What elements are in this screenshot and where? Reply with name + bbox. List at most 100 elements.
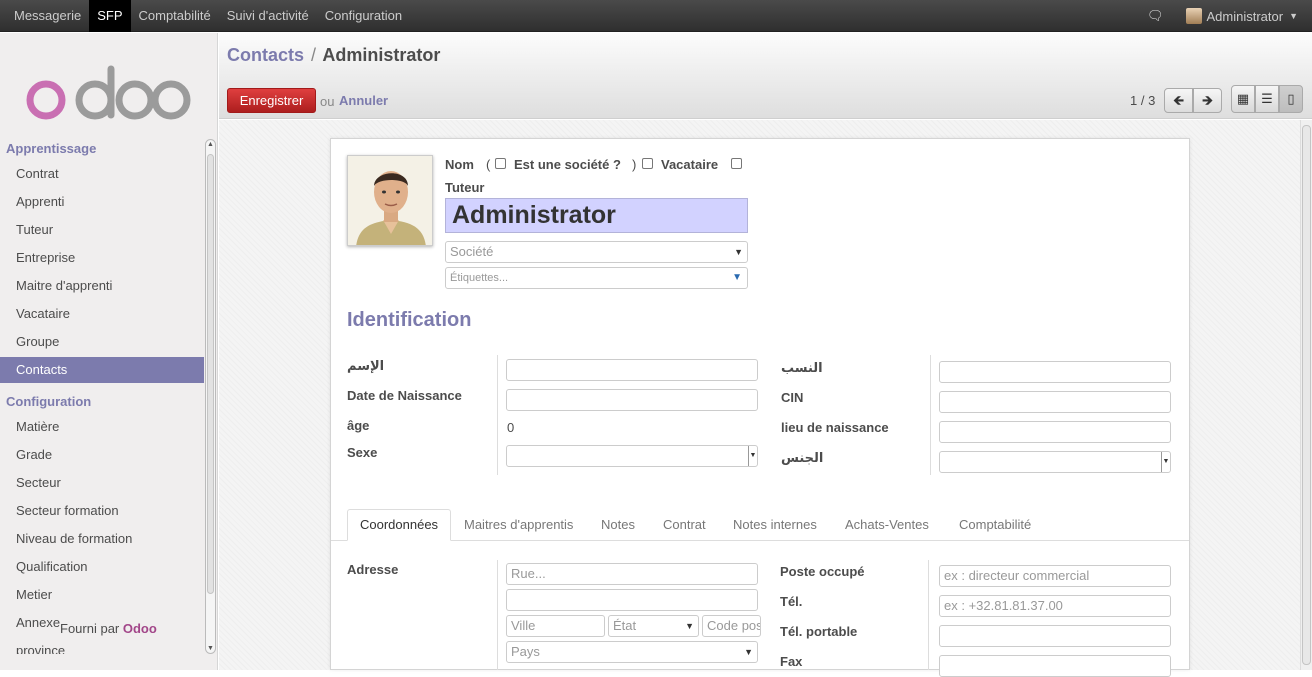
sidebar-item-niveau-formation[interactable]: Niveau de formation [0,526,204,552]
country-select[interactable]: Pays ▼ [506,641,758,663]
state-select[interactable]: État ▼ [608,615,699,637]
sexe-select[interactable]: ▼ [506,445,758,467]
sidebar-item-groupe[interactable]: Groupe [0,329,204,355]
fax-label: Fax [780,654,803,669]
sidebar-item-secteur[interactable]: Secteur [0,470,204,496]
tab-achats-ventes[interactable]: Achats-Ventes [845,517,929,532]
main-scrollbar[interactable] [1300,120,1312,670]
mobile-input[interactable] [939,625,1171,647]
is-company-label: Est une société ? [514,157,621,172]
sidebar-item-grade[interactable]: Grade [0,442,204,468]
tab-coordonnees[interactable]: Coordonnées [347,509,452,541]
main-scroll-thumb[interactable] [1302,125,1311,665]
divider-contact [928,560,929,670]
sidebar-item-vacataire[interactable]: Vacataire [0,301,204,327]
pager-next-button[interactable]: 🡺 [1193,88,1222,113]
function-input[interactable]: ex : directeur commercial [939,565,1171,587]
country-placeholder: Pays [511,644,540,659]
scroll-up-icon[interactable]: ▲ [207,141,214,148]
street2-input[interactable] [506,589,758,611]
nasab-input[interactable] [939,361,1171,383]
jins-select[interactable]: ▼ [939,451,1171,473]
user-menu[interactable]: Administrator [1207,9,1284,24]
divider-left [497,355,498,475]
sidebar-item-apprenti[interactable]: Apprenti [0,189,204,215]
divider-right [930,355,931,475]
city-placeholder: Ville [511,618,536,633]
cin-input[interactable] [939,391,1171,413]
caret-down-icon[interactable]: ▼ [1289,11,1298,21]
breadcrumb-contacts[interactable]: Contacts [227,45,304,65]
sidebar-item-matiere[interactable]: Matière [0,414,204,440]
sidebar-item-metier[interactable]: Metier [0,582,204,608]
contact-photo[interactable] [347,155,433,246]
street-input[interactable]: Rue... [506,563,758,585]
zip-input[interactable]: Code pos [702,615,761,637]
lieu-naissance-input[interactable] [939,421,1171,443]
section-configuration: Configuration [6,394,92,409]
vacataire-checkbox[interactable] [642,158,653,169]
sidebar-scroll-thumb[interactable] [207,154,214,594]
sidebar-item-province[interactable]: province [0,638,204,654]
sidebar-item-entreprise[interactable]: Entreprise [0,245,204,271]
phone-input[interactable]: ex : +32.81.81.37.00 [939,595,1171,617]
top-menu-sfp[interactable]: SFP [89,0,131,32]
state-placeholder: État [613,618,637,633]
sidebar-item-tuteur[interactable]: Tuteur [0,217,204,243]
tabs-baseline [331,540,1189,541]
list-icon: ☰ [1261,91,1273,106]
scroll-down-icon[interactable]: ▼ [207,645,214,652]
arrow-right-icon: 🡺 [1201,92,1214,108]
odoo-link[interactable]: Odoo [123,621,157,636]
sidebar-item-secteur-formation[interactable]: Secteur formation [0,498,204,524]
tab-contrat[interactable]: Contrat [663,517,706,532]
sidebar-scrollbar[interactable]: ▲ ▼ [205,139,216,654]
company-select[interactable]: Société ▼ [445,241,748,263]
kanban-view-button[interactable]: ▦ [1231,85,1255,113]
paren-close: ) [632,157,637,172]
sidebar-item-contrat[interactable]: Contrat [0,161,204,187]
section-apprentissage: Apprentissage [6,141,97,156]
label-age: âge [347,418,370,433]
date-naissance-input[interactable] [506,389,758,411]
tab-notes[interactable]: Notes [601,517,635,532]
dropdown-arrow-icon: ▼ [732,272,742,283]
top-menu-comptabilite[interactable]: Comptabilité [131,0,219,32]
top-menu-suivi-activite[interactable]: Suivi d'activité [219,0,317,32]
odoo-logo[interactable] [23,63,193,123]
avatar[interactable] [1185,8,1202,24]
city-input[interactable]: Ville [506,615,605,637]
tab-comptabilite[interactable]: Comptabilité [959,517,1031,532]
discard-button[interactable]: Annuler [339,93,388,108]
form-view-button[interactable]: ▯ [1279,85,1303,113]
tags-input[interactable]: Étiquettes... ▼ [445,267,748,289]
divider-address [497,560,498,670]
name-input[interactable]: Administrator [445,198,748,233]
sidebar-item-qualification[interactable]: Qualification [0,554,204,580]
tab-notes-internes[interactable]: Notes internes [733,517,817,532]
save-button[interactable]: Enregistrer [227,88,316,113]
list-view-button[interactable]: ☰ [1255,85,1279,113]
nom-label: Nom [445,157,474,172]
chat-icon[interactable]: 🗨 [1147,8,1164,24]
is-company-checkbox[interactable] [495,158,506,169]
sidebar-item-contacts[interactable]: Contacts [0,357,204,383]
street-placeholder: Rue... [511,566,546,581]
label-date-naissance: Date de Naissance [347,388,462,403]
label-cin: CIN [781,390,804,405]
pager-previous-button[interactable]: 🡸 [1164,88,1193,113]
or-label: ou [320,94,335,109]
content-header: Contacts / Administrator Enregistrer ou … [219,33,1312,119]
top-menu-messagerie[interactable]: Messagerie [6,0,89,32]
extra-checkbox[interactable] [731,158,742,169]
sidebar-item-maitre-apprenti[interactable]: Maitre d'apprenti [0,273,204,299]
top-menu-configuration[interactable]: Configuration [317,0,410,32]
tel-label: Tél. [780,594,803,609]
ism-input[interactable] [506,359,758,381]
tab-maitres-apprentis[interactable]: Maitres d'apprentis [464,517,573,532]
form-icon: ▯ [1287,91,1295,106]
tags-placeholder: Étiquettes... [450,272,509,284]
vacataire-label: Vacataire [661,157,719,172]
person-photo-icon [348,156,432,245]
fax-input[interactable] [939,655,1171,677]
